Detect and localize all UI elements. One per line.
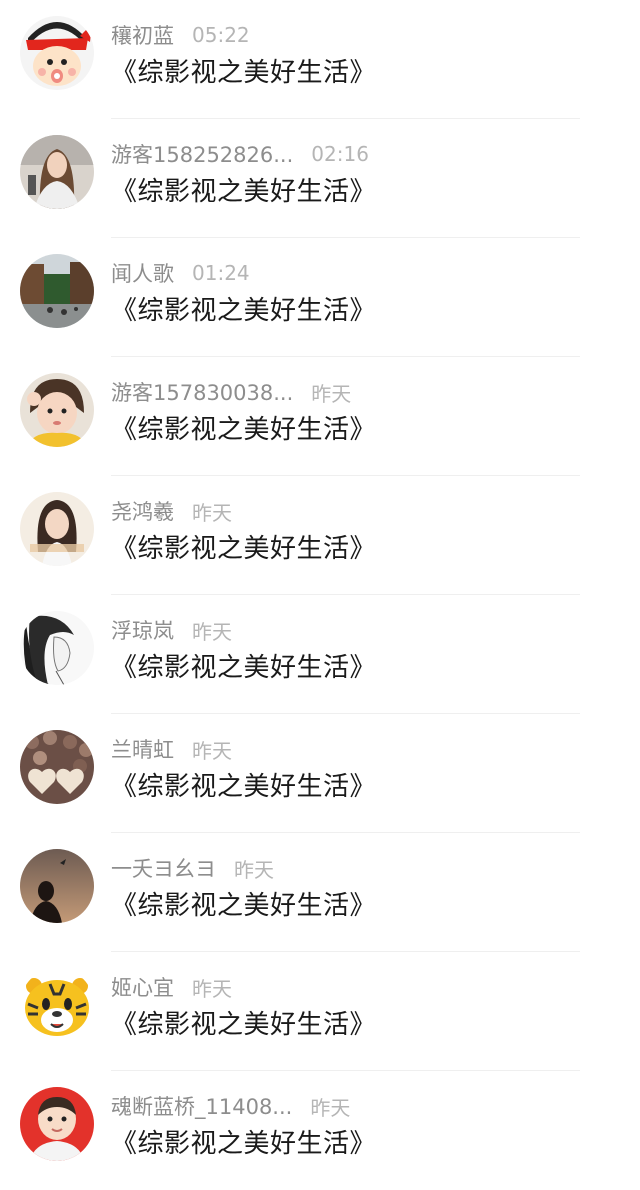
timestamp: 昨天 [192, 976, 232, 1001]
comment-text: 《综影视之美好生活》 [111, 772, 377, 802]
comment-text: 《综影视之美好生活》 [111, 296, 377, 326]
comment-text: 《综影视之美好生活》 [111, 891, 377, 921]
comment-text: 《综影视之美好生活》 [111, 653, 377, 683]
comment-item[interactable]: 兰晴虹 昨天 《综影视之美好生活》 [0, 714, 640, 833]
baby-photo-avatar-icon[interactable] [20, 1087, 94, 1161]
timestamp: 昨天 [311, 381, 352, 406]
timestamp: 昨天 [192, 619, 232, 644]
comment-item[interactable]: 游客158252826... 02:16 《综影视之美好生活》 [0, 119, 640, 238]
comment-item[interactable]: 闻人歌 01:24 《综影视之美好生活》 [0, 238, 640, 357]
timestamp: 02:16 [311, 142, 369, 166]
hearts-avatar-icon[interactable] [20, 730, 94, 804]
comment-item[interactable]: 姬心宜 昨天 《综影视之美好生活》 [0, 952, 640, 1071]
comment-item[interactable]: 浮琼岚 昨天 《综影视之美好生活》 [0, 595, 640, 714]
woman-photo-avatar-icon[interactable] [20, 135, 94, 209]
comment-item[interactable]: 魂断蓝桥_11408... 昨天 《综影视之美好生活》 [0, 1071, 640, 1190]
comment-text: 《综影视之美好生活》 [111, 177, 377, 207]
username[interactable]: 一夭ヨ幺ヨ [111, 853, 216, 883]
username[interactable]: 游客157830038... [111, 377, 293, 407]
username[interactable]: 闻人歌 [111, 258, 174, 288]
comment-text: 《综影视之美好生活》 [111, 415, 377, 445]
comment-text: 《综影视之美好生活》 [111, 1010, 377, 1040]
username[interactable]: 姬心宜 [111, 972, 174, 1002]
comment-item[interactable]: 尧鸿羲 昨天 《综影视之美好生活》 [0, 476, 640, 595]
timestamp: 昨天 [192, 738, 232, 763]
girl-photo-avatar-icon[interactable] [20, 492, 94, 566]
timestamp: 昨天 [310, 1095, 351, 1120]
comment-list: 穰初蓝 05:22 《综影视之美好生活》 游客158252826... 02:1… [0, 0, 640, 1190]
comment-item[interactable]: 一夭ヨ幺ヨ 昨天 《综影视之美好生活》 [0, 833, 640, 952]
timestamp: 05:22 [192, 23, 250, 47]
street-photo-avatar-icon[interactable] [20, 254, 94, 328]
comment-text: 《综影视之美好生活》 [111, 1129, 377, 1159]
child-photo-avatar-icon[interactable] [20, 373, 94, 447]
comment-text: 《综影视之美好生活》 [111, 58, 377, 88]
timestamp: 01:24 [192, 261, 250, 285]
username[interactable]: 兰晴虹 [111, 734, 174, 764]
username[interactable]: 魂断蓝桥_11408... [111, 1091, 292, 1121]
timestamp: 昨天 [192, 500, 232, 525]
silhouette-avatar-icon[interactable] [20, 849, 94, 923]
username[interactable]: 浮琼岚 [111, 615, 174, 645]
timestamp: 昨天 [234, 857, 274, 882]
cartoon-boy-avatar-icon[interactable] [20, 16, 94, 90]
tiger-cartoon-avatar-icon[interactable] [20, 968, 94, 1042]
username[interactable]: 尧鸿羲 [111, 496, 174, 526]
comment-item[interactable]: 游客157830038... 昨天 《综影视之美好生活》 [0, 357, 640, 476]
sketch-girl-avatar-icon[interactable] [20, 611, 94, 685]
comment-text: 《综影视之美好生活》 [111, 534, 377, 564]
username[interactable]: 穰初蓝 [111, 20, 174, 50]
username[interactable]: 游客158252826... [111, 139, 293, 169]
comment-item[interactable]: 穰初蓝 05:22 《综影视之美好生活》 [0, 0, 640, 119]
